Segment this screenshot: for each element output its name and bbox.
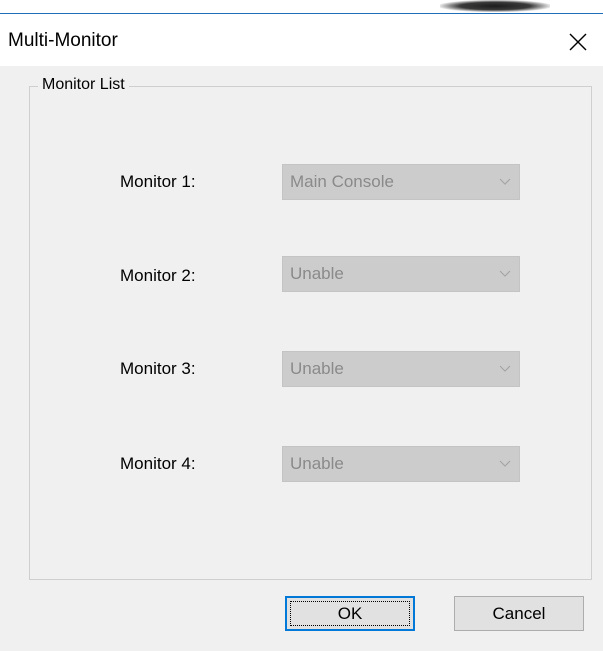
monitor-1-value: Main Console xyxy=(290,172,394,191)
monitor-1-select[interactable]: Main Console xyxy=(282,164,520,200)
monitor-4-select[interactable]: Unable xyxy=(282,446,520,482)
group-legend: Monitor List xyxy=(38,76,129,94)
monitor-1-label: Monitor 1: xyxy=(120,172,196,191)
focus-ring xyxy=(290,601,410,626)
close-icon xyxy=(569,33,587,51)
monitor-3-value: Unable xyxy=(290,359,344,378)
monitor-4-label: Monitor 4: xyxy=(120,454,196,473)
cancel-button-label: Cancel xyxy=(492,603,546,623)
monitor-3-select[interactable]: Unable xyxy=(282,351,520,387)
monitor-4-value: Unable xyxy=(290,454,344,473)
cancel-button[interactable]: Cancel xyxy=(454,596,584,631)
chevron-down-icon xyxy=(491,460,519,468)
background-strip xyxy=(0,0,603,14)
chevron-down-icon xyxy=(491,365,519,373)
chevron-down-icon xyxy=(491,178,519,186)
monitor-2-value: Unable xyxy=(290,264,344,283)
monitor-2-label: Monitor 2: xyxy=(120,266,196,285)
close-button[interactable] xyxy=(560,24,596,60)
monitor-list-group xyxy=(29,86,592,580)
monitor-2-select[interactable]: Unable xyxy=(282,256,520,292)
window-title: Multi-Monitor xyxy=(8,30,118,51)
chevron-down-icon xyxy=(491,270,519,278)
ok-button[interactable]: OK xyxy=(285,596,415,631)
title-bar[interactable]: Multi-Monitor xyxy=(0,14,603,66)
monitor-3-label: Monitor 3: xyxy=(120,359,196,378)
background-artifact xyxy=(440,0,550,12)
